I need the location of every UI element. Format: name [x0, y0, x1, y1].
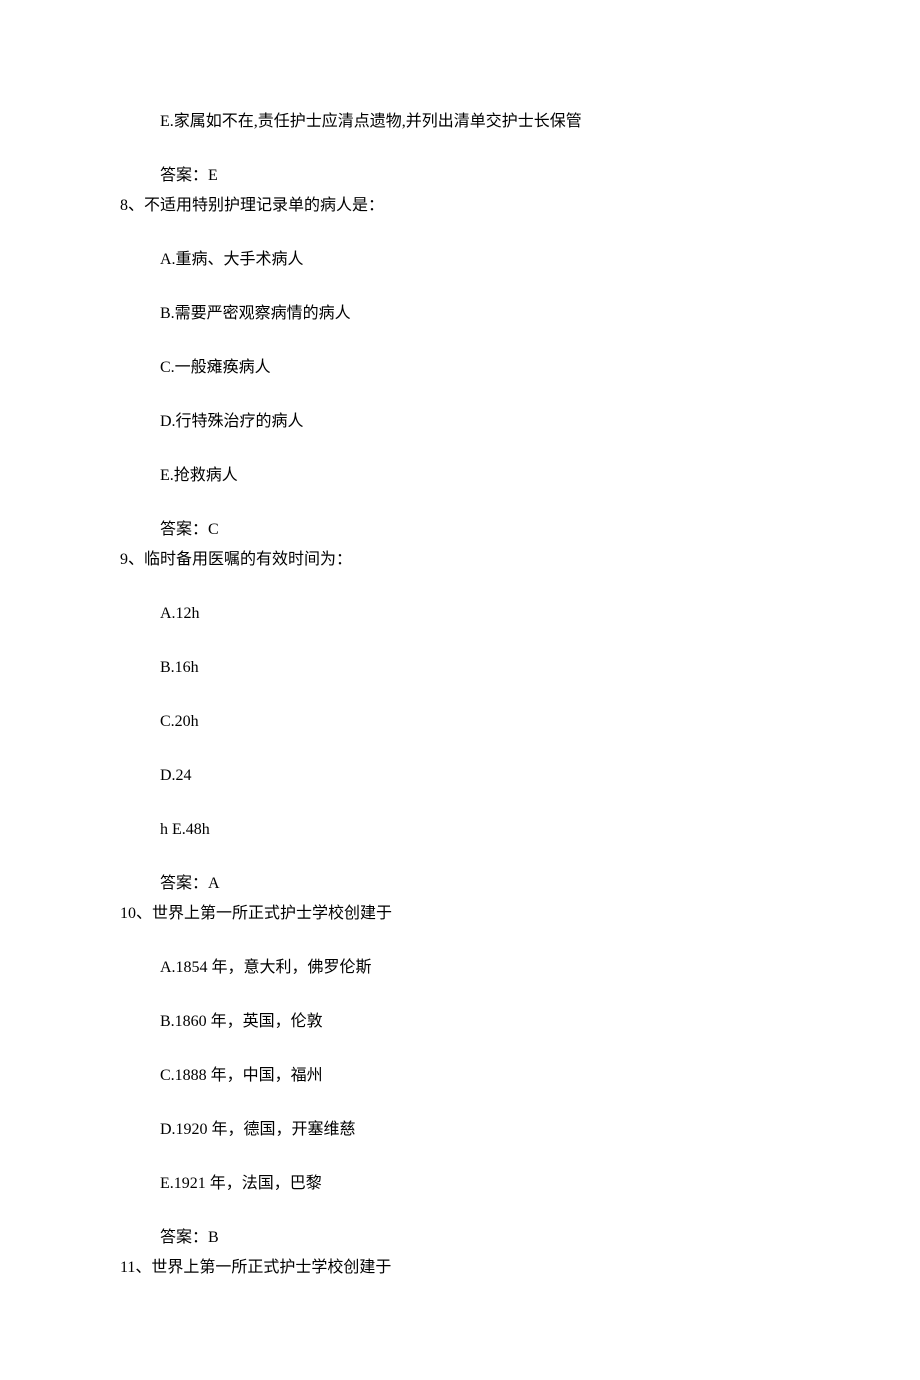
q8-option-d: D.行特殊治疗的病人 — [160, 410, 800, 434]
q7-answer: 答案：E — [160, 164, 800, 188]
q9-option-c: C.20h — [160, 710, 800, 734]
q10-option-d: D.1920 年，德国，开塞维慈 — [160, 1118, 800, 1142]
q9-stem: 9、临时备用医嘱的有效时间为： — [120, 548, 800, 572]
q8-option-c: C.一般瘫痪病人 — [160, 356, 800, 380]
q7-option-e: E.家属如不在,责任护士应清点遗物,并列出清单交护士长保管 — [160, 110, 800, 134]
q8-option-a: A.重病、大手术病人 — [160, 248, 800, 272]
q9-answer: 答案：A — [160, 872, 800, 896]
q10-stem: 10、世界上第一所正式护士学校创建于 — [120, 902, 800, 926]
q8-option-e: E.抢救病人 — [160, 464, 800, 488]
q11-stem: 11、世界上第一所正式护士学校创建于 — [120, 1256, 800, 1280]
q10-answer: 答案：B — [160, 1226, 800, 1250]
q8-option-b: B.需要严密观察病情的病人 — [160, 302, 800, 326]
q10-option-c: C.1888 年，中国，福州 — [160, 1064, 800, 1088]
q10-option-e: E.1921 年，法国，巴黎 — [160, 1172, 800, 1196]
document-page: E.家属如不在,责任护士应清点遗物,并列出清单交护士长保管 答案：E 8、不适用… — [0, 0, 920, 1380]
q10-option-b: B.1860 年，英国，伦敦 — [160, 1010, 800, 1034]
q9-option-a: A.12h — [160, 602, 800, 626]
q8-stem: 8、不适用特别护理记录单的病人是： — [120, 194, 800, 218]
q9-option-d: D.24 — [160, 764, 800, 788]
q10-option-a: A.1854 年，意大利，佛罗伦斯 — [160, 956, 800, 980]
q9-option-b: B.16h — [160, 656, 800, 680]
q9-option-e: h E.48h — [160, 818, 800, 842]
q8-answer: 答案：C — [160, 518, 800, 542]
